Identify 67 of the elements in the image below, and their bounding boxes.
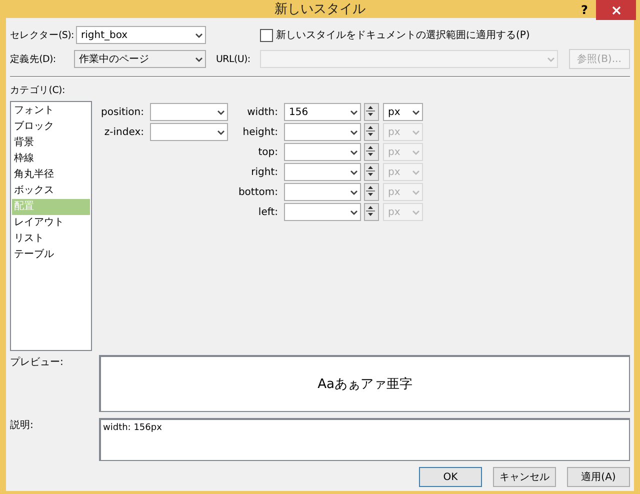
preview-label: プレビュー: (10, 356, 64, 370)
chevron-down-icon (547, 56, 555, 62)
chevron-down-icon (350, 170, 358, 174)
chevron-down-icon (350, 110, 358, 114)
up-down-icon (365, 184, 376, 198)
category-item[interactable]: ボックス (12, 183, 90, 199)
chevron-down-icon (350, 130, 358, 134)
apply-checkbox[interactable] (260, 28, 273, 42)
description-text: width: 156px (103, 423, 162, 433)
dialog-button[interactable]: キャンセル (493, 467, 556, 487)
field-label: height: (242, 126, 279, 138)
up-down-icon (365, 144, 376, 158)
defined-in-combo[interactable]: 作業中のページ (74, 50, 206, 68)
dialog-button[interactable]: 適用(A) (567, 467, 630, 487)
up-down-icon (365, 204, 376, 218)
category-item[interactable]: レイアウト (12, 215, 90, 231)
field-label: top: (257, 146, 279, 158)
field-label: bottom: (237, 186, 279, 198)
chevron-down-icon (412, 170, 420, 174)
chevron-down-icon (217, 130, 225, 134)
window-title: 新しいスタイル (274, 1, 366, 18)
close-button[interactable] (596, 0, 636, 20)
chevron-down-icon (412, 130, 420, 134)
field-label: z-index: (103, 126, 145, 138)
up-down-icon (365, 164, 376, 178)
category-item[interactable]: リスト (12, 231, 90, 247)
up-down-icon (365, 124, 376, 138)
chevron-down-icon (412, 150, 420, 154)
category-item[interactable]: ブロック (12, 119, 90, 135)
chevron-down-icon (412, 110, 420, 114)
description-label: 説明: (10, 418, 34, 433)
chevron-down-icon (412, 210, 420, 214)
size-combo[interactable]: 156 (284, 103, 361, 121)
category-item[interactable]: 枠線 (12, 151, 90, 167)
selector-label: セレクター(S): (10, 28, 74, 42)
chevron-down-icon (350, 150, 358, 154)
chevron-down-icon (350, 190, 358, 194)
field-label: position: (100, 106, 145, 118)
field-label: left: (257, 206, 279, 218)
category-item[interactable]: 角丸半径 (12, 167, 90, 183)
field-label: right: (250, 166, 279, 178)
spinner-button[interactable] (364, 103, 379, 121)
category-item[interactable]: 背景 (12, 135, 90, 151)
spinner-button[interactable] (364, 203, 379, 221)
unit-combo[interactable]: px (383, 103, 423, 121)
chevron-down-icon (412, 190, 420, 194)
defined-in-label: 定義先(D): (10, 52, 57, 66)
up-down-icon (365, 104, 376, 118)
help-button[interactable]: ? (581, 3, 588, 17)
chevron-down-icon (195, 32, 203, 38)
preview-sample: Aaあぁアァ亜字 (318, 376, 412, 393)
url-label: URL(U): (215, 54, 252, 64)
chevron-down-icon (195, 56, 203, 62)
spinner-button[interactable] (364, 123, 379, 141)
field-label: width: (246, 106, 279, 118)
close-icon (612, 6, 620, 14)
spinner-button[interactable] (364, 183, 379, 201)
spinner-button[interactable] (364, 163, 379, 181)
spinner-button[interactable] (364, 143, 379, 161)
category-item[interactable]: テーブル (12, 247, 90, 263)
category-item[interactable]: フォント (12, 103, 90, 119)
dialog-button[interactable]: OK (419, 467, 482, 487)
apply-checkbox-label: 新しいスタイルをドキュメントの選択範囲に適用する(P) (276, 28, 530, 42)
chevron-down-icon (217, 110, 225, 114)
category-label: カテゴリ(C): (10, 84, 66, 97)
chevron-down-icon (350, 210, 358, 214)
selector-combo[interactable]: right_box (76, 26, 206, 44)
